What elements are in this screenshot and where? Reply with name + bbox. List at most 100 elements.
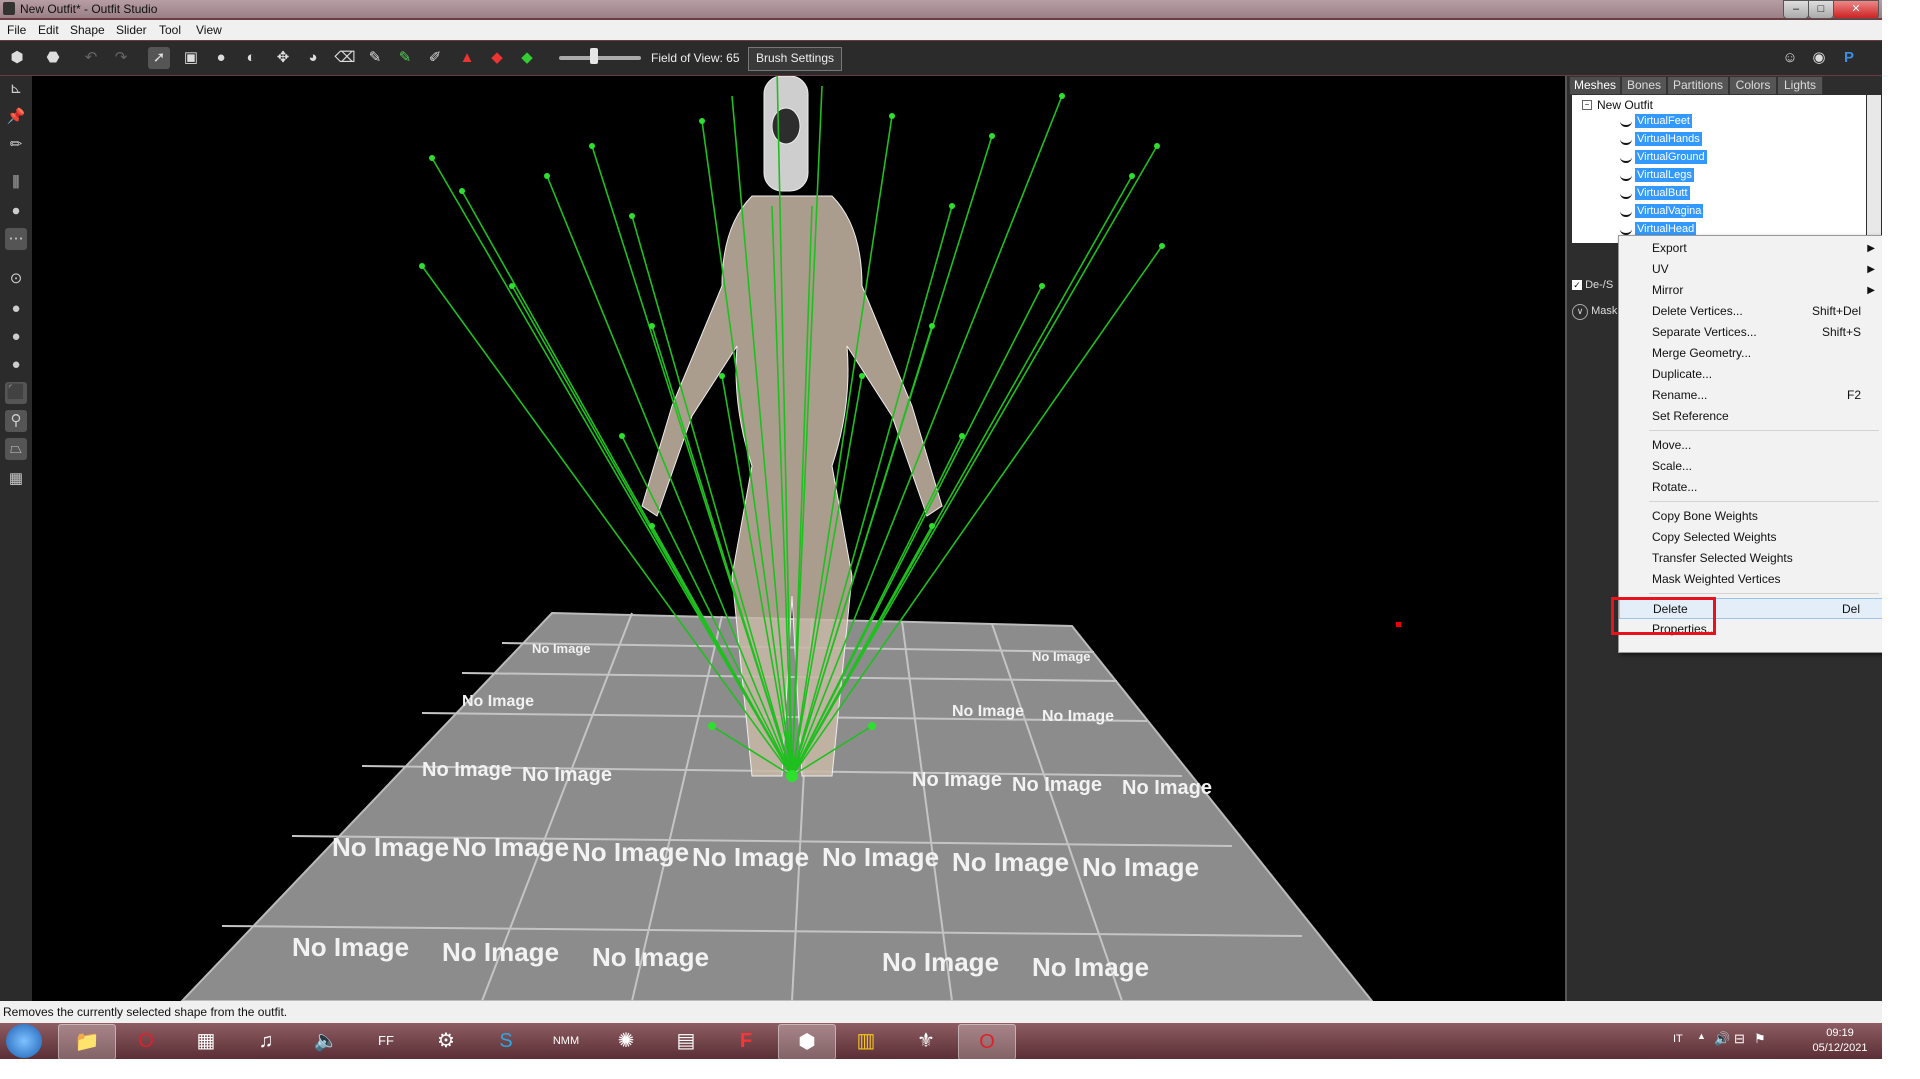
smooth-brush-icon[interactable]: ◕ (302, 47, 324, 69)
paint-color-icon[interactable]: ✎ (394, 47, 416, 69)
shade-smooth-icon[interactable]: ● (5, 326, 27, 348)
bones-icon[interactable]: ⚲ (5, 410, 27, 432)
save-project-icon[interactable]: ⬣ (42, 47, 64, 69)
close-button[interactable]: ✕ (1833, 0, 1879, 19)
mask-row[interactable]: ∨ Mask (1572, 304, 1617, 320)
undo-icon[interactable]: ↶ (80, 47, 102, 69)
shade-full-icon[interactable]: ● (5, 354, 27, 376)
eraser-icon[interactable]: ⌫ (334, 47, 356, 69)
select-brush-icon[interactable]: ➚ (148, 47, 170, 69)
window-titlebar[interactable]: New Outfit* - Outfit Studio – □ ✕ (0, 0, 1882, 19)
network-icon[interactable]: ⊟ (1734, 1031, 1745, 1047)
tray-language[interactable]: IT (1673, 1033, 1683, 1045)
paint-weight-icon[interactable]: ✎ (364, 47, 386, 69)
menu-item-separate-vertices[interactable]: Separate Vertices... Shift+S (1619, 322, 1882, 343)
github-icon[interactable]: ◉ (1808, 47, 1830, 69)
3d-viewport[interactable]: No Image No Image No Image No Image No I… (32, 76, 1565, 1001)
floor-icon[interactable]: ⏢ (5, 438, 27, 460)
chart-app-icon[interactable]: ▥ (838, 1024, 894, 1058)
tray-clock[interactable]: 09:19 05/12/2021 (1810, 1026, 1870, 1056)
tree-item-virtualvagina[interactable]: VirtualVagina (1635, 204, 1704, 218)
explorer-icon[interactable]: 📁 (58, 1024, 116, 1059)
discord-icon[interactable]: ☺ (1779, 47, 1801, 69)
paint-alpha-icon[interactable]: ✐ (424, 47, 446, 69)
menu-item-mirror[interactable]: Mirror ▶ (1619, 280, 1882, 301)
volume-icon[interactable]: 🔊 (1714, 1031, 1730, 1047)
menu-item-merge-geometry[interactable]: Merge Geometry... (1619, 343, 1882, 364)
opera-window-icon[interactable]: O (958, 1024, 1016, 1059)
minimize-button[interactable]: – (1783, 0, 1809, 19)
itunes-icon[interactable]: ♫ (238, 1024, 294, 1058)
vertex-diamond-icon[interactable]: ◆ (486, 47, 508, 69)
opera-icon[interactable]: O (118, 1024, 174, 1058)
skyrim-icon[interactable]: ⚜ (898, 1024, 954, 1058)
tab-lights[interactable]: Lights (1777, 76, 1823, 95)
menu-file[interactable]: File (7, 23, 26, 37)
load-project-icon[interactable]: ⬢ (6, 47, 28, 69)
cube-icon[interactable]: ⬛ (5, 382, 27, 404)
menu-item-uv[interactable]: UV ▶ (1619, 259, 1882, 280)
flash-app-icon[interactable]: F (718, 1024, 774, 1058)
vertex-view-icon[interactable]: ⋯ (5, 228, 27, 250)
menu-slider[interactable]: Slider (116, 23, 147, 37)
action-center-flag-icon[interactable]: ⚑ (1754, 1031, 1766, 1047)
skype-icon[interactable]: S (478, 1024, 534, 1058)
vertex-red-icon[interactable]: ▲ (456, 47, 478, 69)
outfit-studio-taskbar-icon[interactable]: ⬢ (778, 1024, 836, 1059)
brush-settings-button[interactable]: Brush Settings (748, 47, 842, 71)
tab-meshes[interactable]: Meshes (1569, 76, 1621, 95)
deselect-row[interactable]: ✓ De-/S (1572, 279, 1613, 291)
menu-item-rotate[interactable]: Rotate... (1619, 477, 1882, 498)
nmm-icon[interactable]: NMM (538, 1024, 594, 1058)
axis-icon[interactable]: ⊾ (5, 78, 27, 100)
tab-partitions[interactable]: Partitions (1667, 76, 1729, 95)
tray-expand-icon[interactable]: ▲ (1697, 1031, 1706, 1041)
tree-item-virtualground[interactable]: VirtualGround (1635, 150, 1707, 164)
menu-item-delete-vertices[interactable]: Delete Vertices... Shift+Del (1619, 301, 1882, 322)
shade-point-icon[interactable]: ⊙ (5, 268, 27, 290)
menu-item-move[interactable]: Move... (1619, 435, 1882, 456)
menu-view[interactable]: View (196, 23, 222, 37)
media-app-icon[interactable]: ▦ (178, 1024, 234, 1058)
mesh-tree[interactable]: − New Outfit VirtualFeet VirtualHands Vi… (1572, 95, 1866, 243)
tree-item-virtualbutt[interactable]: VirtualButt (1635, 186, 1690, 200)
menu-edit[interactable]: Edit (38, 23, 59, 37)
paypal-icon[interactable]: P (1838, 47, 1860, 69)
tree-item-virtualhands[interactable]: VirtualHands (1635, 132, 1702, 146)
mirror-icon[interactable]: ⫼ (5, 172, 27, 194)
mask-brush-icon[interactable]: ● (210, 47, 232, 69)
menu-item-copy-bone-weights[interactable]: Copy Bone Weights (1619, 506, 1882, 527)
tab-bones[interactable]: Bones (1621, 76, 1667, 95)
menu-item-mask-weighted-vertices[interactable]: Mask Weighted Vertices (1619, 569, 1882, 590)
menu-item-transfer-selected-weights[interactable]: Transfer Selected Weights (1619, 548, 1882, 569)
menu-item-rename[interactable]: Rename... F2 (1619, 385, 1882, 406)
maximize-button[interactable]: □ (1808, 0, 1834, 19)
menu-tool[interactable]: Tool (159, 23, 181, 37)
tools-app-icon[interactable]: ⚙ (418, 1024, 474, 1058)
menu-item-duplicate[interactable]: Duplicate... (1619, 364, 1882, 385)
chevron-down-icon[interactable]: ∨ (1572, 304, 1588, 320)
shade-flat-icon[interactable]: ● (5, 298, 27, 320)
deselect-checkbox[interactable]: ✓ (1572, 280, 1582, 290)
menu-item-export[interactable]: Export ▶ (1619, 238, 1882, 259)
tree-root-label[interactable]: New Outfit (1597, 98, 1653, 112)
ffdec-icon[interactable]: FF (358, 1024, 414, 1058)
transform-icon[interactable]: ▣ (180, 47, 202, 69)
vertex-green-icon[interactable]: ◆ (516, 47, 538, 69)
app-window-icon[interactable]: ▤ (658, 1024, 714, 1058)
pencil-icon[interactable]: ✏ (5, 134, 27, 156)
inflate-brush-icon[interactable]: ◐ (240, 47, 262, 69)
redo-icon[interactable]: ↷ (110, 47, 132, 69)
menu-item-set-reference[interactable]: Set Reference (1619, 406, 1882, 427)
menu-shape[interactable]: Shape (70, 23, 105, 37)
move-brush-icon[interactable]: ✥ (272, 47, 294, 69)
pin-icon[interactable]: 📌 (5, 106, 27, 128)
brush-size-icon[interactable]: ⦁ (5, 200, 27, 222)
grid-icon[interactable]: ▦ (5, 468, 27, 490)
fov-slider-track[interactable] (559, 56, 641, 60)
menu-item-copy-selected-weights[interactable]: Copy Selected Weights (1619, 527, 1882, 548)
tab-colors[interactable]: Colors (1729, 76, 1777, 95)
tree-scrollbar[interactable] (1867, 95, 1881, 243)
menu-item-scale[interactable]: Scale... (1619, 456, 1882, 477)
fov-slider-thumb[interactable] (590, 48, 598, 64)
